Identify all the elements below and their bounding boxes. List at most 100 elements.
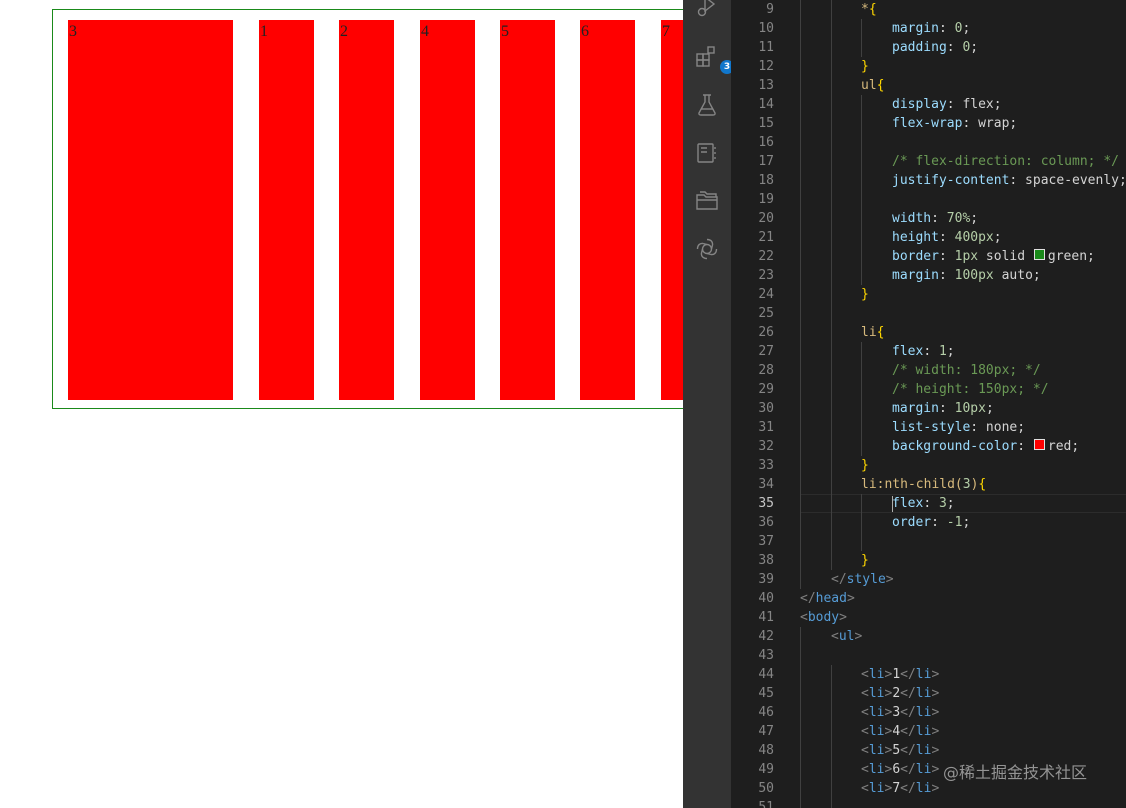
code-line-33[interactable]: 33} — [731, 456, 1126, 475]
code-line-24[interactable]: 24} — [731, 285, 1126, 304]
code-line-14[interactable]: 14 display: flex; — [731, 95, 1126, 114]
line-number: 18 — [758, 173, 774, 188]
token-num: 1 — [938, 344, 947, 359]
code-line-46[interactable]: 46 <li>3</li> — [731, 703, 1126, 722]
flex-item-label: 1 — [260, 23, 268, 40]
code-line-28[interactable]: 28 /* width: 180px; */ — [731, 361, 1126, 380]
token-tag: li — [915, 762, 932, 777]
notebook-icon[interactable] — [695, 141, 719, 165]
token-punct: < — [861, 781, 869, 796]
code-line-25[interactable]: 25 — [731, 304, 1126, 323]
code-text: <li>4</li> — [861, 722, 939, 741]
code-line-19[interactable]: 19 — [731, 190, 1126, 209]
indent-guide — [831, 76, 832, 95]
code-line-18[interactable]: 18 justify-content: space-evenly; — [731, 171, 1126, 190]
openai-chat-icon[interactable] — [695, 237, 719, 261]
color-swatch-icon[interactable] — [1033, 249, 1045, 260]
code-line-39[interactable]: 39 </style> — [731, 570, 1126, 589]
code-line-11[interactable]: 11 padding: 0; — [731, 38, 1126, 57]
code-line-48[interactable]: 48 <li>5</li> — [731, 741, 1126, 760]
code-text: margin: 100px auto; — [892, 266, 1041, 285]
code-line-12[interactable]: 12} — [731, 57, 1126, 76]
token-punct: > — [885, 572, 894, 587]
token-num: 3 — [962, 477, 971, 492]
code-line-15[interactable]: 15 flex-wrap: wrap; — [731, 114, 1126, 133]
code-line-47[interactable]: 47 <li>4</li> — [731, 722, 1126, 741]
line-number: 51 — [758, 800, 774, 808]
code-text: border: 1px solid green; — [892, 247, 1095, 266]
code-line-22[interactable]: 22 border: 1px solid green; — [731, 247, 1126, 266]
code-line-26[interactable]: 26 li{ — [731, 323, 1126, 342]
code-line-21[interactable]: 21 height: 400px; — [731, 228, 1126, 247]
code-line-41[interactable]: 41 <body> — [731, 608, 1126, 627]
code-line-34[interactable]: 34 li:nth-child(3){ — [731, 475, 1126, 494]
line-number: 28 — [758, 363, 774, 378]
indent-guide — [800, 152, 801, 171]
code-line-44[interactable]: 44 <li>1</li> — [731, 665, 1126, 684]
line-number: 30 — [758, 401, 774, 416]
code-line-29[interactable]: 29 /* height: 150px; */ — [731, 380, 1126, 399]
line-number: 15 — [758, 116, 774, 131]
code-line-9[interactable]: 9 *{ — [731, 0, 1126, 19]
token-prop: padding — [892, 40, 947, 55]
testing-flask-icon[interactable] — [695, 93, 719, 117]
color-swatch-icon[interactable] — [1033, 439, 1045, 450]
code-text: <li>2</li> — [861, 684, 939, 703]
indent-guide — [831, 513, 832, 532]
code-line-35[interactable]: 35 flex: 3; — [731, 494, 1126, 513]
indent-guide — [800, 228, 801, 247]
extensions-icon[interactable]: 3 — [695, 45, 734, 74]
token-punct: > — [931, 724, 940, 739]
token-text: 2 — [892, 686, 901, 701]
code-line-31[interactable]: 31 list-style: none; — [731, 418, 1126, 437]
code-line-40[interactable]: 40 </head> — [731, 589, 1126, 608]
indent-guide — [831, 456, 832, 475]
code-text: <li>6</li> — [861, 760, 939, 779]
code-line-16[interactable]: 16 — [731, 133, 1126, 152]
token-val: ; — [985, 401, 994, 416]
run-debug-icon[interactable] — [695, 0, 719, 19]
folder-explorer-icon[interactable] — [695, 189, 719, 213]
code-editor[interactable]: 9 *{10 margin: 0; 11 padding: 0; 12} 13 ul{14 di… — [731, 0, 1126, 808]
indent-guide — [800, 494, 801, 513]
code-text: margin: 10px; — [892, 399, 994, 418]
indent-guide — [861, 532, 862, 551]
token-com: /* flex-direction: column; */ — [892, 154, 1119, 169]
token-punct: > — [931, 686, 940, 701]
code-line-10[interactable]: 10 margin: 0; — [731, 19, 1126, 38]
code-line-17[interactable]: 17 /* flex-direction: column; */ — [731, 152, 1126, 171]
token-punct: </ — [800, 591, 816, 606]
indent-guide — [800, 38, 801, 57]
code-line-13[interactable]: 13 ul{ — [731, 76, 1126, 95]
code-text: order: -1; — [892, 513, 970, 532]
indent-guide — [800, 76, 801, 95]
token-val: green; — [1047, 249, 1095, 264]
indent-guide — [831, 798, 832, 808]
line-number: 12 — [758, 59, 774, 74]
code-line-30[interactable]: 30 margin: 10px; — [731, 399, 1126, 418]
indent-guide — [800, 95, 801, 114]
indent-guide — [831, 342, 832, 361]
code-text: height: 400px; — [892, 228, 1002, 247]
token-prop: flex — [892, 496, 924, 511]
code-line-42[interactable]: 42 <ul> — [731, 627, 1126, 646]
code-line-38[interactable]: 38} — [731, 551, 1126, 570]
code-line-45[interactable]: 45 <li>2</li> — [731, 684, 1126, 703]
code-line-37[interactable]: 37 — [731, 532, 1126, 551]
code-line-20[interactable]: 20 width: 70%; — [731, 209, 1126, 228]
code-line-51[interactable]: 51 — [731, 798, 1126, 808]
code-line-32[interactable]: 32 background-color: red; — [731, 437, 1126, 456]
token-val: : — [946, 40, 963, 55]
line-number: 20 — [758, 211, 774, 226]
code-line-27[interactable]: 27 flex: 1; — [731, 342, 1126, 361]
indent-guide — [831, 741, 832, 760]
code-text: background-color: red; — [892, 437, 1079, 456]
code-line-36[interactable]: 36 order: -1; — [731, 513, 1126, 532]
token-text: 5 — [892, 743, 901, 758]
code-line-23[interactable]: 23 margin: 100px auto; — [731, 266, 1126, 285]
code-line-43[interactable]: 43 — [731, 646, 1126, 665]
indent-guide — [831, 532, 832, 551]
indent-guide — [861, 190, 862, 209]
token-tag: ul — [838, 629, 855, 644]
indent-guide — [800, 19, 801, 38]
